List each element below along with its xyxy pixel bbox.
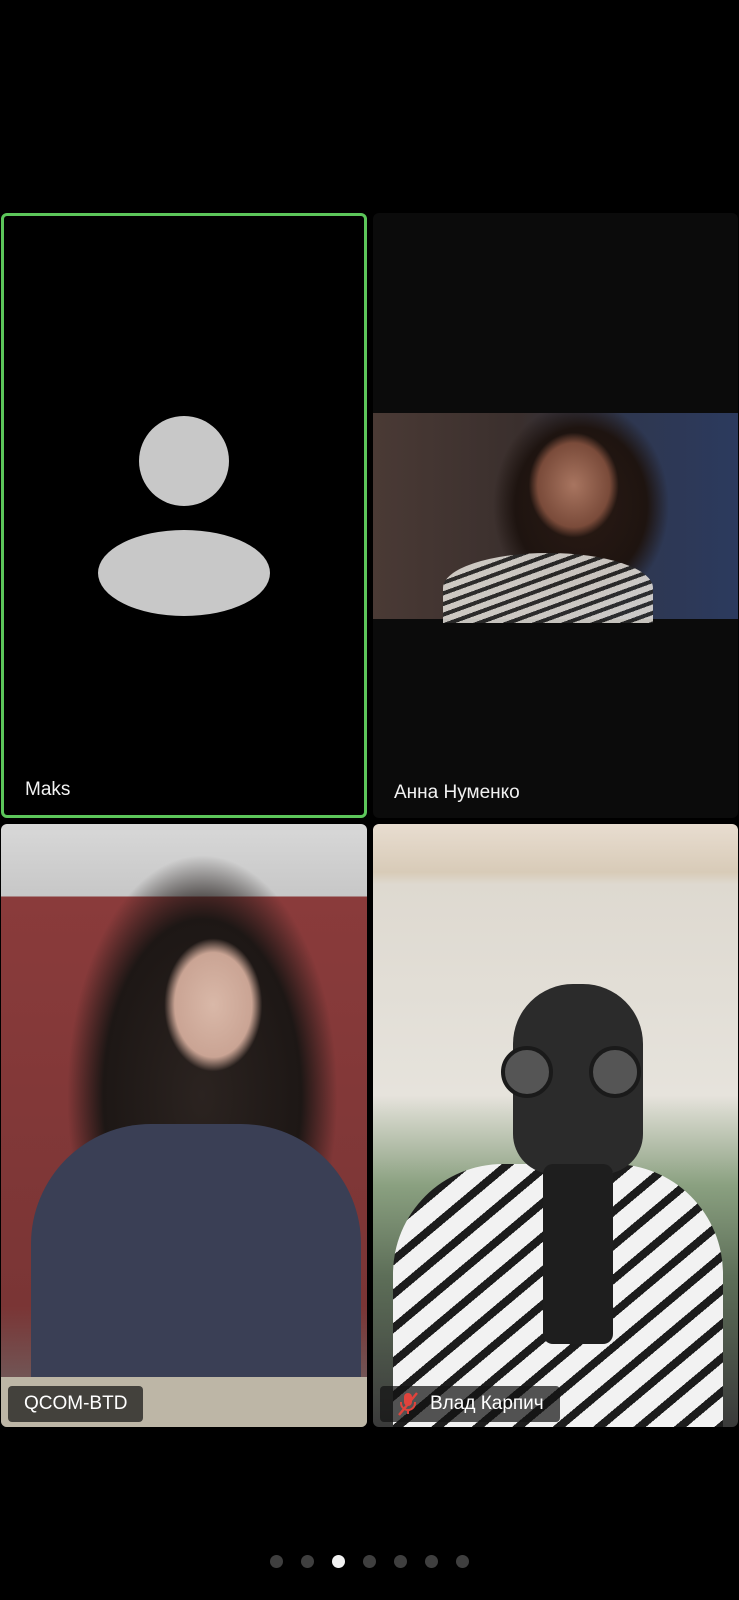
participant-name-label: Влад Карпич [380,1386,560,1422]
page-dot[interactable] [394,1555,407,1568]
participant-video [373,413,738,623]
page-dot[interactable] [363,1555,376,1568]
participant-name: Влад Карпич [430,1393,544,1414]
participant-tile-maks[interactable]: Maks [1,213,367,818]
participant-tile-qcom[interactable]: QCOM-BTD [1,824,367,1427]
avatar-placeholder-icon [98,416,270,616]
participant-name: Анна Нуменко [394,782,520,803]
participant-name-label: QCOM-BTD [8,1386,144,1422]
page-dot[interactable] [270,1555,283,1568]
page-dot[interactable] [456,1555,469,1568]
participant-tile-vlad[interactable]: Влад Карпич [373,824,738,1427]
page-dot[interactable] [301,1555,314,1568]
page-dot[interactable] [332,1555,345,1568]
video-grid: Maks Анна Нуменко QCOM-BTD Влад Карпич [0,213,739,1427]
participant-name: QCOM-BTD [24,1393,128,1414]
page-indicator[interactable] [0,1555,739,1568]
participant-tile-anna[interactable]: Анна Нуменко [373,213,738,818]
microphone-muted-icon [398,1392,418,1416]
participant-video [1,824,367,1427]
page-dot[interactable] [425,1555,438,1568]
participant-name: Maks [25,779,71,800]
participant-video [373,824,738,1427]
